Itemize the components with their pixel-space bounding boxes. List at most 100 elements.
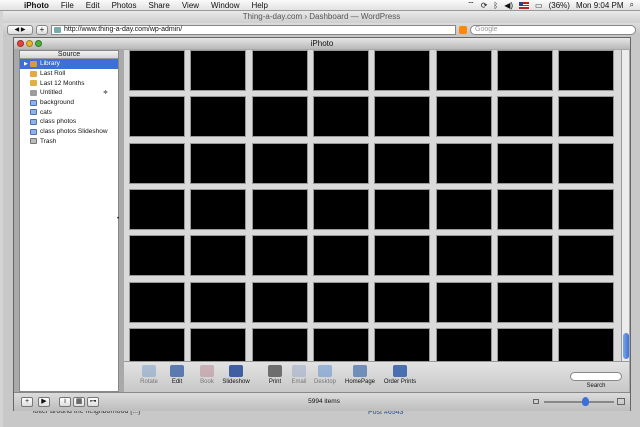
photo-thumbnail[interactable] xyxy=(374,235,431,277)
battery-icon[interactable]: ▭ xyxy=(535,1,543,10)
photo-thumbnail[interactable] xyxy=(374,281,431,323)
vertical-scrollbar[interactable] xyxy=(621,50,629,361)
photo-thumbnail[interactable] xyxy=(558,96,615,138)
iphoto-titlebar[interactable]: iPhoto xyxy=(14,38,630,49)
edit-button[interactable]: Edit xyxy=(162,365,192,385)
play-slideshow-button[interactable]: ▶ xyxy=(38,397,50,407)
menu-app-iphoto[interactable]: iPhoto xyxy=(18,0,55,11)
source-item-last-roll[interactable]: Last Roll xyxy=(20,69,118,79)
photo-thumbnail[interactable] xyxy=(435,142,492,184)
splitter-handle-icon[interactable]: • xyxy=(117,216,119,222)
menu-clock[interactable]: Mon 9:04 PM xyxy=(576,1,624,10)
photo-thumbnail[interactable] xyxy=(435,235,492,277)
photo-thumbnail[interactable] xyxy=(496,96,553,138)
photo-thumbnail[interactable] xyxy=(129,142,185,184)
source-item-trash[interactable]: Trash xyxy=(20,137,118,147)
menu-share[interactable]: Share xyxy=(142,0,175,11)
bluetooth-icon[interactable]: ᛒ xyxy=(493,1,498,10)
photo-thumbnail[interactable] xyxy=(435,188,492,230)
zoom-icon[interactable] xyxy=(35,40,42,47)
photo-thumbnail[interactable] xyxy=(435,281,492,323)
photo-thumbnail[interactable] xyxy=(312,96,369,138)
photo-thumbnail[interactable] xyxy=(496,142,553,184)
menu-view[interactable]: View xyxy=(176,0,205,11)
close-icon[interactable] xyxy=(17,40,24,47)
photo-thumbnail[interactable] xyxy=(190,327,247,361)
photo-thumbnail[interactable] xyxy=(496,281,553,323)
source-item-cats[interactable]: cats xyxy=(20,107,118,117)
zoom-slider-knob[interactable] xyxy=(582,397,589,406)
photo-thumbnail[interactable] xyxy=(312,188,369,230)
menu-edit[interactable]: Edit xyxy=(80,0,106,11)
photo-thumbnail[interactable] xyxy=(190,142,247,184)
homepage-button[interactable]: HomePage xyxy=(342,365,378,385)
back-forward-button[interactable]: ◀ ▶ xyxy=(7,24,33,35)
menu-file[interactable]: File xyxy=(55,0,80,11)
menu-help[interactable]: Help xyxy=(246,0,274,11)
photo-thumbnail[interactable] xyxy=(435,327,492,361)
photo-thumbnail[interactable] xyxy=(374,142,431,184)
scrollbar-thumb[interactable] xyxy=(623,333,629,359)
photo-thumbnail[interactable] xyxy=(129,188,185,230)
rotate-button[interactable]: Rotate xyxy=(134,365,164,385)
photo-thumbnail[interactable] xyxy=(374,327,431,361)
source-item-last-12-months[interactable]: Last 12 Months xyxy=(20,78,118,88)
keywords-button[interactable]: ⊶ xyxy=(87,397,99,407)
info-button[interactable]: i xyxy=(59,397,71,407)
photo-thumbnail[interactable] xyxy=(251,50,308,91)
address-bar[interactable]: http://www.thing-a-day.com/wp-admin/ xyxy=(51,24,456,35)
photo-thumbnail[interactable] xyxy=(496,235,553,277)
order-prints-button[interactable]: Order Prints xyxy=(380,365,420,385)
zoom-slider[interactable] xyxy=(544,401,614,403)
source-item-background[interactable]: background xyxy=(20,98,118,108)
source-item-class-photos[interactable]: class photos xyxy=(20,117,118,127)
photo-thumbnail[interactable] xyxy=(129,281,185,323)
desktop-button[interactable]: Desktop xyxy=(310,365,340,385)
photo-thumbnail[interactable] xyxy=(312,281,369,323)
photo-thumbnail[interactable] xyxy=(496,188,553,230)
photo-thumbnail[interactable] xyxy=(190,281,247,323)
iphoto-search-input[interactable] xyxy=(570,372,622,381)
source-item-library[interactable]: ▶ Library xyxy=(20,59,118,69)
sync-icon[interactable]: ⟳ xyxy=(481,1,488,10)
spotlight-icon[interactable]: ⌕ xyxy=(630,0,634,10)
rss-icon[interactable] xyxy=(459,25,467,34)
wifi-icon[interactable]: ⌔ xyxy=(467,0,475,10)
menu-window[interactable]: Window xyxy=(205,0,245,11)
photo-thumbnail[interactable] xyxy=(129,327,185,361)
slideshow-button[interactable]: Slideshow xyxy=(221,365,251,385)
photo-thumbnail[interactable] xyxy=(374,188,431,230)
photo-thumbnail[interactable] xyxy=(496,327,553,361)
photo-thumbnail[interactable] xyxy=(558,235,615,277)
photo-thumbnail[interactable] xyxy=(312,50,369,91)
source-item-class-photos-slideshow[interactable]: class photos Slideshow xyxy=(20,127,118,137)
photo-thumbnail[interactable] xyxy=(129,96,185,138)
minimize-icon[interactable] xyxy=(26,40,33,47)
photo-thumbnail[interactable] xyxy=(374,96,431,138)
photo-thumbnail[interactable] xyxy=(190,235,247,277)
photo-thumbnail[interactable] xyxy=(251,327,308,361)
calendar-button[interactable]: ▦ xyxy=(73,397,85,407)
photo-thumbnail[interactable] xyxy=(251,96,308,138)
photo-thumbnail[interactable] xyxy=(558,188,615,230)
photo-thumbnail[interactable] xyxy=(312,142,369,184)
photo-thumbnail[interactable] xyxy=(558,50,615,91)
book-button[interactable]: Book xyxy=(192,365,222,385)
photo-thumbnail[interactable] xyxy=(558,281,615,323)
photo-thumbnail[interactable] xyxy=(312,235,369,277)
photo-thumbnail[interactable] xyxy=(435,50,492,91)
photo-thumbnail[interactable] xyxy=(312,327,369,361)
photo-thumbnail[interactable] xyxy=(129,50,185,91)
photo-thumbnail[interactable] xyxy=(190,50,247,91)
photo-thumbnail[interactable] xyxy=(496,50,553,91)
input-menu-flag-icon[interactable] xyxy=(519,1,530,9)
photo-thumbnail[interactable] xyxy=(129,235,185,277)
photo-thumbnail[interactable] xyxy=(558,327,615,361)
volume-icon[interactable]: ◀) xyxy=(504,1,513,10)
google-search-input[interactable]: Google xyxy=(470,24,636,35)
photo-thumbnail[interactable] xyxy=(251,235,308,277)
photo-thumbnail[interactable] xyxy=(558,142,615,184)
menu-photos[interactable]: Photos xyxy=(106,0,143,11)
photo-thumbnail[interactable] xyxy=(251,142,308,184)
photo-thumbnail[interactable] xyxy=(190,188,247,230)
